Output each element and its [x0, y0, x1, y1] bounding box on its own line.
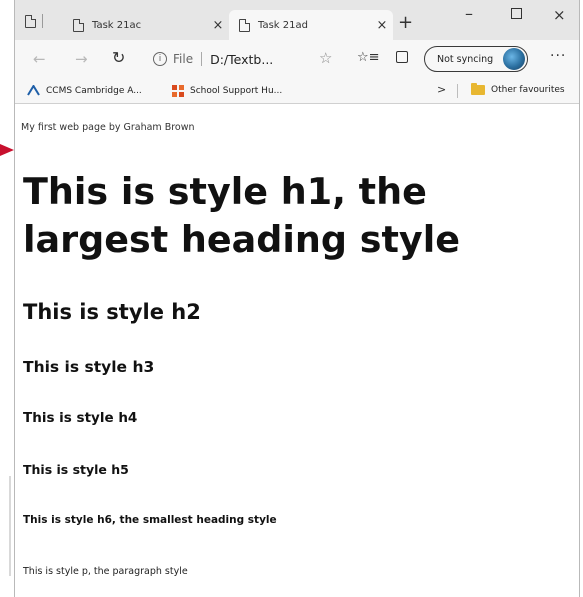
close-tab-icon[interactable]: × — [207, 18, 229, 33]
favourite-label: CCMS Cambridge A... — [46, 85, 142, 96]
heading-h4: This is style h4 — [23, 410, 138, 426]
sync-button[interactable]: Not syncing — [424, 46, 528, 72]
url-text[interactable]: D:/Textb... — [210, 52, 273, 67]
favourite-ccms[interactable]: CCMS Cambridge A... — [27, 85, 142, 96]
browser-window: Task 21ac × Task 21ad × + – × ← → ↻ i Fi… — [14, 0, 580, 597]
background-edge — [0, 476, 11, 576]
avatar — [503, 48, 525, 70]
favourites-bar: CCMS Cambridge A... School Support Hu...… — [15, 78, 579, 104]
heading-h5: This is style h5 — [23, 462, 129, 477]
favourites-icon[interactable]: ☆≡ — [357, 50, 380, 65]
page-icon — [73, 18, 84, 32]
heading-h6: This is style h6, the smallest heading s… — [23, 514, 277, 526]
folder-icon — [471, 83, 485, 95]
page-byline: My first web page by Graham Brown — [21, 122, 195, 133]
page-icon — [239, 18, 250, 32]
site-label: File — [173, 52, 194, 66]
add-favourite-star-icon[interactable]: ☆ — [319, 49, 332, 67]
sync-label: Not syncing — [437, 53, 494, 65]
maximize-button[interactable] — [511, 8, 522, 19]
heading-h1: This is style h1, the largest heading st… — [23, 170, 460, 261]
school-icon — [172, 85, 184, 97]
address-toolbar: ← → ↻ i File D:/Textb... ☆ ☆≡ Not syncin… — [15, 40, 579, 78]
tab-actions[interactable] — [25, 12, 63, 30]
heading-h2: This is style h2 — [23, 300, 201, 324]
chevron-right-icon[interactable]: > — [437, 83, 446, 96]
heading-h3: This is style h3 — [23, 358, 155, 376]
page-content: My first web page by Graham Brown This i… — [15, 104, 579, 597]
new-tab-button[interactable]: + — [398, 14, 413, 32]
refresh-button[interactable]: ↻ — [112, 48, 125, 67]
favourite-school-support[interactable]: School Support Hu... — [172, 85, 282, 97]
tab-title: Task 21ad — [258, 19, 308, 31]
favourite-label: School Support Hu... — [190, 86, 283, 96]
tab-task-21ac[interactable]: Task 21ac × — [63, 10, 229, 40]
forward-button[interactable]: → — [75, 50, 88, 68]
tab-task-21ad[interactable]: Task 21ad × — [229, 10, 393, 40]
more-menu-icon[interactable]: ··· — [550, 48, 566, 64]
annotation-arrow — [0, 144, 14, 156]
tab-strip: Task 21ac × Task 21ad × + – × — [15, 0, 579, 40]
minimize-button[interactable]: – — [465, 4, 473, 23]
info-icon[interactable]: i — [153, 52, 167, 66]
tab-separator — [42, 14, 43, 28]
favourite-label: Other favourites — [491, 85, 565, 95]
close-tab-icon[interactable]: × — [371, 18, 393, 33]
ccms-icon — [27, 85, 40, 96]
address-separator — [201, 52, 203, 66]
paragraph: This is style p, the paragraph style — [23, 566, 188, 577]
collections-icon[interactable] — [396, 51, 408, 63]
favourites-separator — [457, 84, 458, 98]
tab-title: Task 21ac — [92, 19, 142, 31]
back-button[interactable]: ← — [33, 50, 46, 68]
other-favourites[interactable]: Other favourites — [471, 83, 565, 95]
close-window-button[interactable]: × — [553, 6, 566, 24]
tab-actions-icon[interactable] — [25, 14, 36, 28]
